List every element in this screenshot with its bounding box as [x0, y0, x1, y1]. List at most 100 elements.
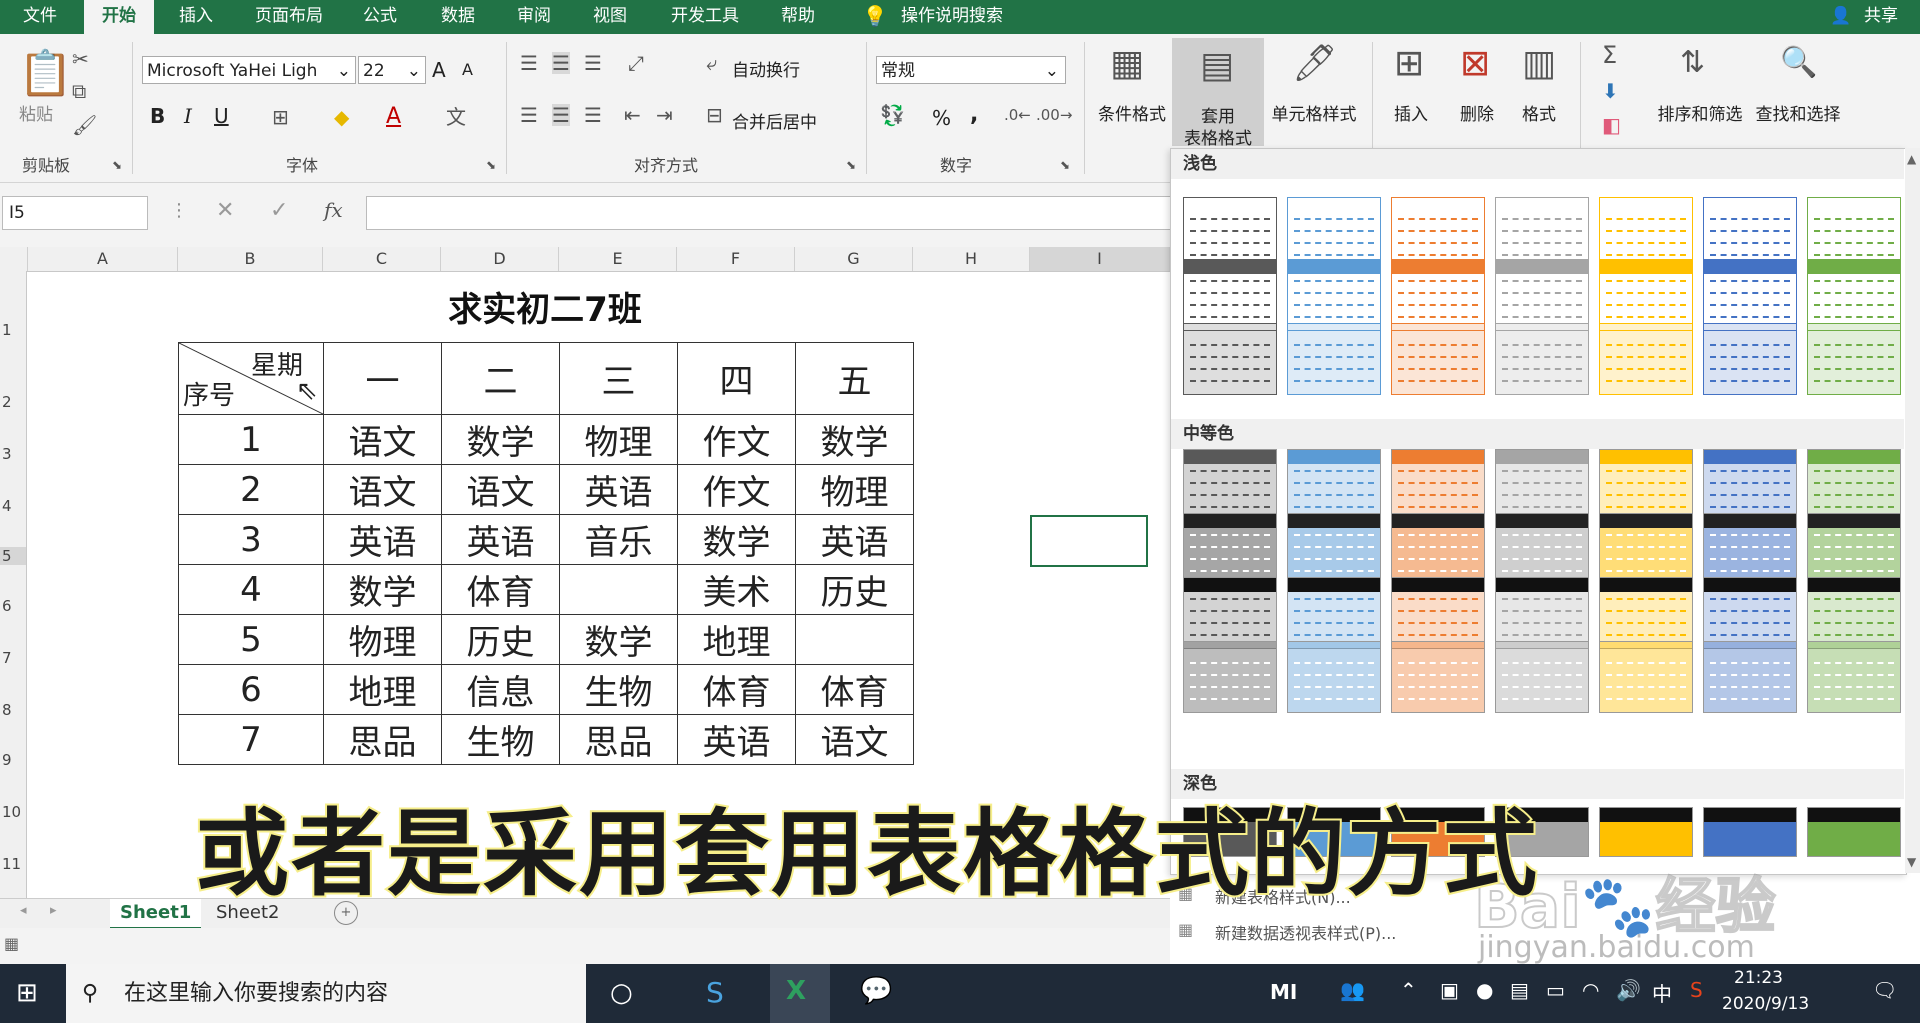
table-cell[interactable] [795, 614, 914, 665]
font-name-combo[interactable]: Microsoft YaHei Ligh ⌄ [142, 56, 356, 84]
increase-decimal-icon[interactable]: .0← [1004, 104, 1031, 126]
table-cell[interactable]: 数学 [323, 564, 442, 615]
sheet-tab-sheet1[interactable]: Sheet1 [110, 899, 202, 930]
table-style-option[interactable] [1703, 577, 1797, 649]
table-cell[interactable]: 历史 [795, 564, 914, 615]
table-cell[interactable]: 生物 [559, 664, 678, 715]
delete-cells-icon[interactable]: ⊠ [1460, 44, 1490, 84]
tab-developer[interactable]: 开发工具 [660, 0, 750, 34]
table-style-option[interactable] [1287, 323, 1381, 395]
table-style-option[interactable] [1703, 449, 1797, 521]
table-style-option[interactable] [1495, 323, 1589, 395]
table-style-option[interactable] [1391, 259, 1485, 331]
wrap-text-icon[interactable]: ⤶ [706, 52, 717, 74]
row-header[interactable]: 6 [0, 597, 26, 615]
scroll-left-icon[interactable]: ◂ [20, 903, 27, 918]
row-header[interactable]: 2 [0, 393, 26, 411]
align-bottom-icon[interactable]: ☰ [584, 52, 602, 74]
ime-indicator[interactable]: 中 [1652, 978, 1672, 1007]
table-style-option[interactable] [1391, 449, 1485, 521]
decrease-decimal-icon[interactable]: .00→ [1036, 104, 1072, 126]
table-cell[interactable]: 物理 [323, 614, 442, 665]
find-select-button[interactable]: 查找和选择 [1750, 100, 1846, 125]
table-style-option[interactable] [1391, 323, 1485, 395]
table-cell[interactable]: 体育 [677, 664, 796, 715]
row-header[interactable]: 11 [0, 855, 26, 873]
phonetic-icon[interactable]: 文 [446, 106, 466, 128]
tell-me-search[interactable]: 操作说明搜索 [892, 0, 1012, 34]
grow-font-button[interactable]: A [432, 58, 446, 82]
clock-date[interactable]: 2020/9/13 [1722, 994, 1809, 1014]
fill-color-icon[interactable]: ◆ [334, 106, 349, 128]
taskbar-search-box[interactable]: ⚲ 在这里输入你要搜索的内容 [66, 964, 586, 1023]
column-header[interactable]: H [913, 247, 1030, 271]
table-style-option-dark[interactable] [1807, 807, 1901, 857]
table-style-option[interactable] [1183, 513, 1277, 585]
selected-cell[interactable] [1030, 515, 1148, 567]
table-style-option[interactable] [1287, 577, 1381, 649]
table-cell[interactable]: 美术 [677, 564, 796, 615]
table-style-option[interactable] [1183, 259, 1277, 331]
table-style-option[interactable] [1183, 641, 1277, 713]
table-cell[interactable]: 3 [178, 514, 324, 565]
tab-view[interactable]: 视图 [580, 0, 640, 34]
scroll-up-icon[interactable]: ▲ [1907, 152, 1916, 166]
underline-button[interactable]: U [214, 104, 229, 128]
table-cell[interactable]: 历史 [441, 614, 560, 665]
column-header[interactable]: C [323, 247, 441, 271]
table-style-option[interactable] [1703, 641, 1797, 713]
decrease-indent-icon[interactable]: ⇤ [624, 104, 641, 126]
format-as-table-button[interactable]: ▤ 套用 表格格式 [1172, 38, 1264, 149]
merge-center-icon[interactable]: ⊟ [706, 104, 723, 126]
day-header-cell[interactable]: 二 [441, 342, 560, 415]
sheet-title[interactable]: 求实初二7班 [180, 282, 910, 331]
table-cell[interactable]: 信息 [441, 664, 560, 715]
table-style-option[interactable] [1495, 513, 1589, 585]
table-style-option[interactable] [1599, 449, 1693, 521]
increase-indent-icon[interactable]: ⇥ [656, 104, 673, 126]
table-cell[interactable]: 2 [178, 464, 324, 515]
table-cell[interactable]: 语文 [441, 464, 560, 515]
day-header-cell[interactable]: 一 [323, 342, 442, 415]
table-cell[interactable]: 7 [178, 714, 324, 765]
clear-icon[interactable]: ◧ [1602, 114, 1621, 136]
table-cell[interactable]: 地理 [323, 664, 442, 715]
table-style-option-dark[interactable] [1599, 807, 1693, 857]
day-header-cell[interactable]: 四 [677, 342, 796, 415]
table-cell[interactable]: 地理 [677, 614, 796, 665]
column-header[interactable]: F [677, 247, 795, 271]
paste-button-label[interactable]: 粘贴 [16, 100, 56, 125]
table-cell[interactable]: 体育 [795, 664, 914, 715]
table-style-option-dark[interactable] [1703, 807, 1797, 857]
table-style-option[interactable] [1495, 259, 1589, 331]
select-all-corner[interactable] [0, 247, 28, 271]
table-style-option[interactable] [1495, 449, 1589, 521]
table-style-option[interactable] [1391, 641, 1485, 713]
align-center-icon[interactable]: ☰ [552, 104, 570, 126]
font-size-combo[interactable]: 22 ⌄ [358, 56, 426, 84]
cell-styles-icon[interactable]: 🖊 [1292, 44, 1338, 84]
format-cells-icon[interactable]: ▥ [1522, 44, 1556, 84]
tab-data[interactable]: 数据 [428, 0, 488, 34]
share-button[interactable]: 共享 [1856, 0, 1906, 34]
new-pivot-style-menu-item[interactable]: 新建数据透视表样式(P)... [1215, 920, 1396, 944]
bold-button[interactable]: B [150, 104, 165, 128]
table-cell[interactable]: 物理 [795, 464, 914, 515]
tab-file[interactable]: 文件 [10, 0, 70, 34]
table-cell[interactable]: 数学 [559, 614, 678, 665]
tab-formulas[interactable]: 公式 [350, 0, 410, 34]
table-style-option[interactable] [1599, 513, 1693, 585]
tab-home[interactable]: 开始 [84, 0, 154, 34]
macro-record-icon[interactable]: ▦ [4, 934, 19, 953]
table-style-option[interactable] [1703, 259, 1797, 331]
dialog-launcher-icon[interactable]: ⬊ [486, 154, 496, 176]
sogou-tray-icon[interactable]: S [1690, 978, 1703, 1002]
table-style-option[interactable] [1807, 577, 1901, 649]
row-header[interactable]: 3 [0, 445, 26, 463]
dialog-launcher-icon[interactable]: ⬊ [1060, 154, 1070, 176]
sort-filter-icon[interactable]: ⇅ [1680, 46, 1705, 80]
row-header[interactable]: 10 [0, 803, 26, 821]
align-right-icon[interactable]: ☰ [584, 104, 602, 126]
table-cell[interactable]: 体育 [441, 564, 560, 615]
dialog-launcher-icon[interactable]: ⬊ [846, 154, 856, 176]
